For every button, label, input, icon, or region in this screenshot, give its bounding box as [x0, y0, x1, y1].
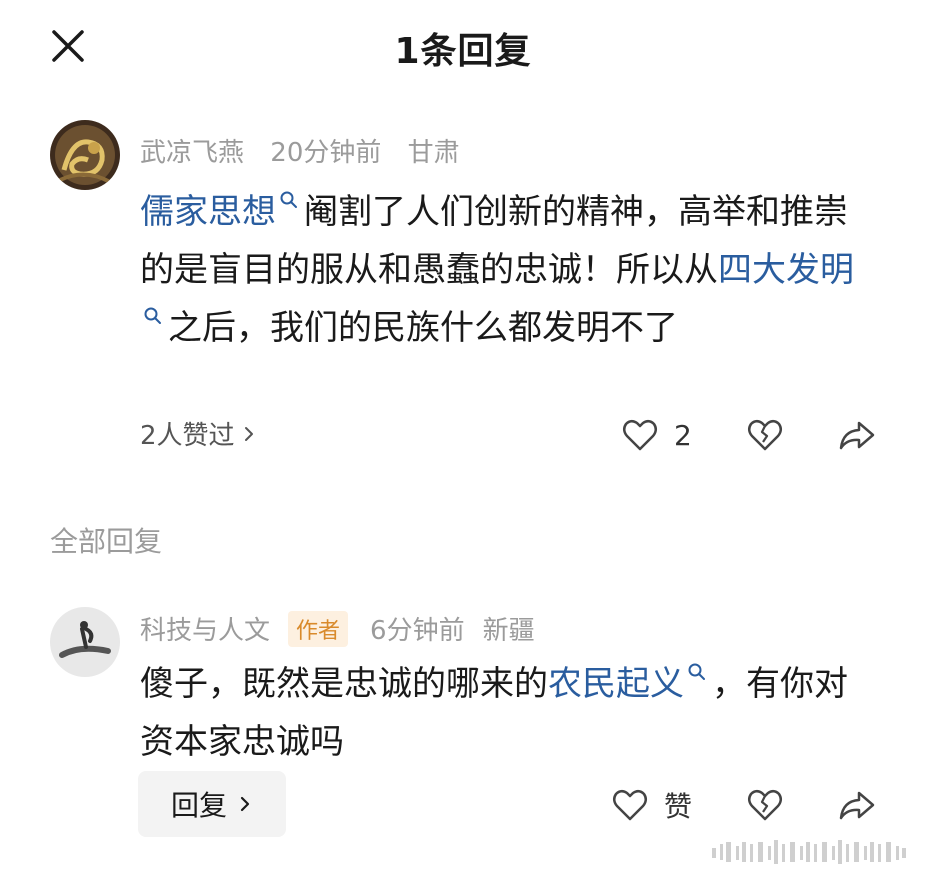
search-icon [280, 191, 297, 208]
reply-text-part: 傻子，既然是忠诚的哪来的 [140, 664, 548, 704]
topic-link[interactable]: 儒家思想 [140, 192, 276, 232]
author-badge: 作者 [288, 610, 349, 647]
username[interactable]: 科技与人文 [140, 610, 270, 647]
avatar[interactable] [50, 607, 120, 677]
location: 甘肃 [407, 138, 460, 168]
reply-meta: 科技与人文 作者 6分钟前 新疆 [140, 610, 553, 647]
reply-button-label: 回复 [170, 789, 227, 822]
like-button[interactable]: 2 [620, 415, 692, 455]
chevron-right-icon [244, 426, 253, 441]
comment-meta: 武凉飞燕 20分钟前 甘肃 [140, 132, 478, 169]
chevron-right-icon [240, 796, 250, 812]
header: 1条回复 [0, 0, 926, 92]
reply-button[interactable]: 回复 [138, 771, 286, 837]
likes-summary-link[interactable]: 2人赞过 [140, 415, 257, 452]
likes-summary: 2人赞过 [140, 421, 235, 451]
topic-link[interactable]: 农民起义 [548, 664, 684, 704]
search-icon [144, 307, 161, 324]
comment-text: 儒家思想 阉割了人们创新的精神，高举和推崇的是盲目的服从和愚蠢的忠诚！所以从四大发… [140, 183, 860, 357]
search-icon [688, 663, 705, 680]
share-button[interactable] [837, 415, 877, 455]
topic-link[interactable]: 四大发明 [718, 250, 854, 290]
broken-heart-icon [748, 790, 782, 821]
broken-heart-icon [748, 420, 782, 451]
like-count: 2 [674, 418, 692, 452]
watermark [712, 840, 906, 864]
reply-text: 傻子，既然是忠诚的哪来的农民起义 ，有你对资本家忠诚吗 [140, 655, 860, 771]
location: 新疆 [482, 616, 535, 646]
timestamp: 6分钟前 [370, 616, 465, 646]
like-button[interactable]: 赞 [610, 785, 692, 825]
page-title: 1条回复 [394, 31, 532, 72]
heart-icon [613, 790, 647, 821]
dislike-button[interactable] [745, 415, 785, 455]
share-arrow-icon [839, 421, 875, 450]
comment-text-part: 之后，我们的民族什么都发明不了 [168, 308, 678, 348]
share-button[interactable] [837, 785, 877, 825]
heart-icon [623, 420, 657, 451]
like-label: 赞 [664, 790, 693, 823]
share-arrow-icon [839, 791, 875, 820]
section-label: 全部回复 [50, 525, 163, 558]
username[interactable]: 武凉飞燕 [140, 138, 244, 168]
dislike-button[interactable] [745, 785, 785, 825]
avatar[interactable] [50, 120, 120, 190]
timestamp: 20分钟前 [270, 138, 382, 168]
